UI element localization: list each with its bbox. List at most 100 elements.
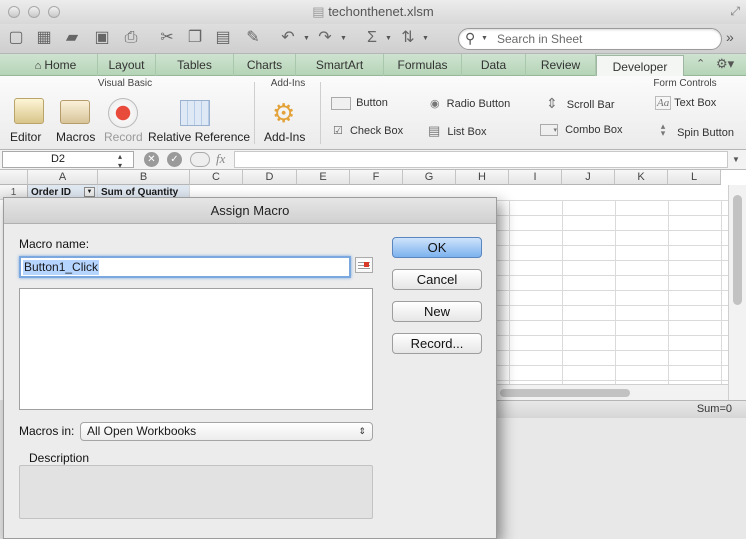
tab-formulas-label: Formulas <box>397 58 448 72</box>
select-all-corner[interactable] <box>0 170 28 185</box>
record-icon <box>108 98 138 128</box>
horizontal-scroll-thumb[interactable] <box>500 389 630 397</box>
tab-review[interactable]: Review <box>526 54 596 76</box>
autosum-icon[interactable]: Σ <box>360 27 384 49</box>
redo-icon[interactable]: ↷ <box>313 27 337 49</box>
scroll-bar-control-icon: ⇕ <box>546 95 558 111</box>
fullscreen-icon[interactable]: ⤢ <box>730 4 740 19</box>
confirm-formula-icon[interactable]: ✓ <box>167 152 182 167</box>
macros-in-select[interactable]: All Open Workbooks ⇕ <box>80 422 373 441</box>
tab-tables-label: Tables <box>177 58 212 72</box>
formula-expand-icon[interactable]: ▼ <box>732 155 740 164</box>
sort-icon[interactable]: ⇅ <box>396 27 420 49</box>
macros-in-value: All Open Workbooks <box>87 424 197 438</box>
undo-dropdown-icon[interactable]: ▼ <box>303 35 310 42</box>
formula-bar: D2 ▴ ▾ ✕ ✓ fx ▼ <box>0 150 746 170</box>
cut-icon[interactable]: ✂ <box>155 27 179 49</box>
document-title: ▤ techonthenet.xlsm <box>0 4 746 20</box>
paste-icon[interactable]: ▤ <box>211 27 235 49</box>
ok-button[interactable]: OK <box>392 237 482 258</box>
form-control-radio-button[interactable]: ◉ Radio Button <box>430 97 510 110</box>
copy-icon[interactable]: ❐ <box>183 27 207 49</box>
group-title-add-ins: Add-Ins <box>270 78 306 89</box>
column-header-d[interactable]: D <box>243 170 297 185</box>
column-header-k[interactable]: K <box>615 170 668 185</box>
group-title-visual-basic: Visual Basic <box>97 78 153 89</box>
list-box-control-icon: ▤ <box>428 123 441 138</box>
tab-tables[interactable]: Tables <box>156 54 234 76</box>
horizontal-scrollbar[interactable] <box>496 384 728 400</box>
pivot-filter-dropdown-icon[interactable]: ▼ <box>84 187 95 197</box>
new-button[interactable]: New <box>392 301 482 322</box>
print-icon[interactable]: ⎙ <box>119 27 143 49</box>
column-header-e[interactable]: E <box>297 170 350 185</box>
column-header-b[interactable]: B <box>98 170 190 185</box>
ribbon-settings-gear-icon[interactable]: ⚙▾ <box>716 56 734 72</box>
tab-smartart[interactable]: SmartArt <box>296 54 384 76</box>
tab-charts[interactable]: Charts <box>234 54 296 76</box>
new-document-icon[interactable]: ▢ <box>4 27 28 49</box>
column-header-g[interactable]: G <box>403 170 456 185</box>
column-header-a[interactable]: A <box>28 170 98 185</box>
combo-box-control-icon: ▾ <box>540 124 558 137</box>
save-icon[interactable]: ▣ <box>90 27 114 49</box>
insert-function-toggle[interactable] <box>190 152 210 167</box>
form-control-scroll-bar[interactable]: ⇕ Scroll Bar <box>546 95 614 112</box>
record-macro-button[interactable]: Record... <box>392 333 482 354</box>
macro-name-input[interactable]: Button1_Click <box>19 256 351 278</box>
tab-developer[interactable]: Developer <box>596 55 684 77</box>
search-icon[interactable]: ⚲ <box>465 30 475 47</box>
search-options-icon[interactable]: ▼ <box>481 35 488 42</box>
editor-button[interactable]: Editor <box>10 130 41 144</box>
macros-button[interactable]: Macros <box>56 130 95 144</box>
tab-formulas[interactable]: Formulas <box>384 54 462 76</box>
macro-list[interactable] <box>19 288 373 410</box>
vertical-scroll-thumb[interactable] <box>733 195 742 305</box>
autosum-dropdown-icon[interactable]: ▼ <box>385 35 392 42</box>
document-icon: ▤ <box>312 4 329 19</box>
fx-icon[interactable]: fx <box>216 151 225 167</box>
cell-grid[interactable] <box>497 200 728 400</box>
form-control-button[interactable]: Button <box>331 97 388 110</box>
form-control-list-box-label: List Box <box>447 126 487 138</box>
column-header-c[interactable]: C <box>190 170 243 185</box>
collapse-ribbon-icon[interactable]: ⌃ <box>696 57 705 70</box>
column-header-f[interactable]: F <box>350 170 403 185</box>
tab-layout[interactable]: Layout <box>98 54 156 76</box>
form-control-list-box[interactable]: ▤ List Box <box>428 123 487 139</box>
relative-reference-button[interactable]: Relative Reference <box>148 130 250 144</box>
collapse-dialog-icon[interactable] <box>355 257 373 273</box>
form-control-text-box[interactable]: Aa Text Box <box>655 96 716 110</box>
toolbar-overflow-icon[interactable]: » <box>726 29 734 45</box>
column-header-j[interactable]: J <box>562 170 615 185</box>
cancel-formula-icon[interactable]: ✕ <box>144 152 159 167</box>
sort-dropdown-icon[interactable]: ▼ <box>422 35 429 42</box>
undo-icon[interactable]: ↶ <box>276 27 300 49</box>
form-control-spin-button[interactable]: ▴ ▾ Spin Button <box>658 122 734 140</box>
column-header-l[interactable]: L <box>668 170 721 185</box>
column-header-h[interactable]: H <box>456 170 509 185</box>
formula-input[interactable] <box>234 151 728 168</box>
tab-data[interactable]: Data <box>462 54 526 76</box>
format-painter-icon[interactable]: ✎ <box>241 27 265 49</box>
column-header-i[interactable]: I <box>509 170 562 185</box>
vertical-scrollbar[interactable] <box>728 185 746 400</box>
add-ins-button[interactable]: Add-Ins <box>264 130 305 144</box>
cancel-button[interactable]: Cancel <box>392 269 482 290</box>
record-button[interactable]: Record <box>104 130 143 144</box>
window-title-bar: ▤ techonthenet.xlsm ⤢ <box>0 0 746 24</box>
name-box[interactable]: D2 <box>2 151 134 168</box>
form-control-combo-box[interactable]: ▾ Combo Box <box>540 124 623 137</box>
macros-icon <box>60 100 90 124</box>
redo-dropdown-icon[interactable]: ▼ <box>340 35 347 42</box>
template-gallery-icon[interactable]: ▦ <box>32 27 56 49</box>
search-field[interactable]: ⚲ ▼ <box>458 28 722 50</box>
assign-macro-dialog: Assign Macro Macro name: Button1_Click O… <box>3 197 497 539</box>
group-separator <box>254 82 255 144</box>
tab-home[interactable]: ⌂ Home <box>14 54 98 76</box>
search-input[interactable] <box>497 31 707 47</box>
name-box-stepper-icon[interactable]: ▴ ▾ <box>118 152 122 170</box>
form-control-check-box[interactable]: ☑ Check Box <box>333 124 403 137</box>
check-box-control-icon: ☑ <box>333 125 343 137</box>
open-folder-icon[interactable]: ▰ <box>60 27 84 49</box>
